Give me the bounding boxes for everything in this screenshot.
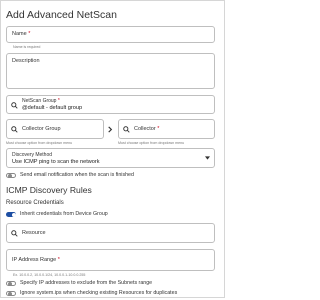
discovery-method-value: Use ICMP ping to scan the network	[12, 159, 100, 165]
ignore-system-ips-toggle[interactable]	[6, 291, 16, 296]
name-hint: Name is required	[13, 45, 41, 49]
inherit-credentials-toggle[interactable]	[6, 212, 16, 217]
ip-address-range-label: IP Address Range *	[12, 257, 60, 263]
collector-group-field[interactable]: Collector Group	[6, 119, 104, 139]
email-notification-label: Send email notification when the scan is…	[20, 172, 134, 178]
collector-group-hint: Must choose option from dropdown menu	[6, 141, 73, 145]
resource-label: Resource	[22, 230, 46, 236]
exclude-ips-toggle[interactable]	[6, 281, 16, 286]
search-icon	[11, 230, 18, 237]
discovery-method-select[interactable]: Discovery Method Use ICMP ping to scan t…	[6, 148, 215, 168]
description-field[interactable]: Description	[6, 53, 215, 89]
ip-address-range-field[interactable]: IP Address Range *	[6, 249, 215, 271]
collector-group-label: Collector Group	[22, 126, 61, 132]
netscan-group-value: @default - default group	[22, 105, 83, 111]
caret-down-icon	[205, 156, 210, 160]
email-notification-toggle[interactable]	[6, 173, 16, 178]
ignore-system-ips-label: Ignore system.ips when checking existing…	[20, 290, 178, 296]
name-label: Name *	[12, 31, 31, 37]
netscan-group-field[interactable]: NetScan Group * @default - default group	[6, 95, 215, 114]
exclude-ips-label: Specify IP addresses to exclude from the…	[20, 280, 153, 286]
ip-address-range-hint: Ex. 10.0.0.2, 10.0.0.1/24, 10.0.0.1-10.0…	[13, 273, 86, 277]
page-title: Add Advanced NetScan	[6, 9, 117, 21]
collector-field[interactable]: Collector *	[118, 119, 215, 139]
resource-credentials-heading: Resource Credentials	[6, 200, 64, 206]
section-title: ICMP Discovery Rules	[6, 185, 92, 195]
collector-label: Collector *	[134, 126, 160, 132]
search-icon	[123, 126, 130, 133]
name-field[interactable]: Name *	[6, 26, 215, 43]
discovery-method-label: Discovery Method	[12, 152, 53, 158]
resource-field[interactable]: Resource	[6, 223, 215, 243]
chevron-right-icon	[108, 126, 113, 133]
description-label: Description	[12, 58, 40, 64]
inherit-credentials-label: Inherit credentials from Device Group	[20, 211, 108, 217]
search-icon	[11, 102, 18, 109]
netscan-group-label: NetScan Group *	[22, 98, 60, 104]
collector-hint: Must choose option from dropdown menu	[118, 141, 185, 145]
search-icon	[11, 126, 18, 133]
